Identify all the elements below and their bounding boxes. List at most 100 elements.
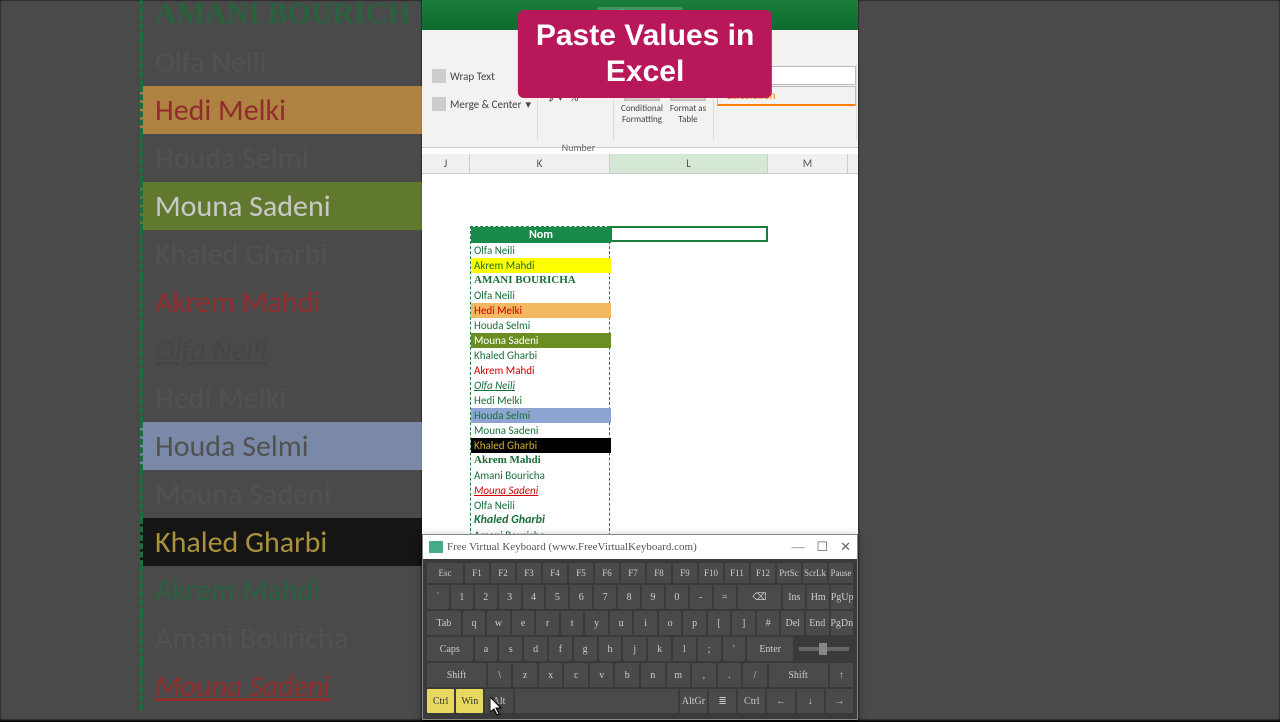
key-esc[interactable]: Esc — [427, 563, 463, 583]
key-u[interactable]: u — [610, 611, 633, 635]
key-f1[interactable]: F1 — [465, 563, 489, 583]
key-pgup[interactable]: PgUp — [831, 585, 853, 609]
col-m[interactable]: M — [768, 154, 848, 173]
key-6[interactable]: 6 — [570, 585, 592, 609]
key-[interactable]: ; — [698, 637, 721, 661]
key-f6[interactable]: F6 — [595, 563, 619, 583]
key-7[interactable]: 7 — [594, 585, 616, 609]
key-d[interactable]: d — [524, 637, 547, 661]
key-j[interactable]: j — [623, 637, 646, 661]
col-j[interactable]: J — [422, 154, 470, 173]
table-row[interactable]: Akrem Mahdi — [471, 363, 611, 378]
key-x[interactable]: x — [539, 663, 563, 687]
key-a[interactable]: a — [475, 637, 498, 661]
key-f11[interactable]: F11 — [725, 563, 749, 583]
key-[interactable]: → — [826, 689, 853, 713]
key-[interactable]: ↑ — [830, 663, 854, 687]
key-pause[interactable]: Pause — [829, 563, 853, 583]
key-4[interactable]: 4 — [523, 585, 545, 609]
key-[interactable]: ` — [427, 585, 449, 609]
key-[interactable]: ] — [732, 611, 755, 635]
key-caps[interactable]: Caps — [427, 637, 473, 661]
table-row[interactable]: Olfa Neili — [471, 243, 611, 258]
key-tab[interactable]: Tab — [427, 611, 461, 635]
table-row[interactable]: Khaled Gharbi — [471, 513, 611, 528]
key-prtsc[interactable]: PrtSc — [777, 563, 801, 583]
table-row[interactable]: Houda Selmi — [471, 408, 611, 423]
table-row[interactable]: Akrem Mahdi — [471, 453, 611, 468]
key-[interactable]: , — [692, 663, 716, 687]
key-e[interactable]: e — [512, 611, 535, 635]
key-1[interactable]: 1 — [451, 585, 473, 609]
col-k[interactable]: K — [470, 154, 610, 173]
key-8[interactable]: 8 — [618, 585, 640, 609]
table-row[interactable]: Khaled Gharbi — [471, 438, 611, 453]
key-f7[interactable]: F7 — [621, 563, 645, 583]
key-b[interactable]: b — [615, 663, 639, 687]
key-end[interactable]: End — [806, 611, 829, 635]
key-v[interactable]: v — [590, 663, 614, 687]
key-[interactable]: ↓ — [797, 689, 824, 713]
key-l[interactable]: l — [673, 637, 696, 661]
key-t[interactable]: t — [561, 611, 584, 635]
key-n[interactable]: n — [641, 663, 665, 687]
key-o[interactable]: o — [659, 611, 682, 635]
table-row[interactable]: Khaled Gharbi — [471, 348, 611, 363]
key-f5[interactable]: F5 — [569, 563, 593, 583]
key-del[interactable]: Del — [781, 611, 804, 635]
table-row[interactable]: Mouna Sadeni — [471, 423, 611, 438]
table-header[interactable]: Nom — [471, 227, 611, 243]
key-f8[interactable]: F8 — [647, 563, 671, 583]
key-[interactable]: / — [743, 663, 767, 687]
table-row[interactable]: Olfa Neili — [471, 378, 611, 393]
key-[interactable]: [ — [708, 611, 731, 635]
table-row[interactable]: Hedi Melki — [471, 303, 611, 318]
key-ins[interactable]: Ins — [783, 585, 805, 609]
table-row[interactable]: Amani Bouricha — [471, 468, 611, 483]
key-[interactable]: = — [714, 585, 736, 609]
key-[interactable]: \ — [488, 663, 512, 687]
key-shift[interactable]: Shift — [769, 663, 828, 687]
key-[interactable]: - — [690, 585, 712, 609]
key-9[interactable]: 9 — [642, 585, 664, 609]
key-g[interactable]: g — [574, 637, 597, 661]
active-cell[interactable] — [610, 226, 768, 242]
table-row[interactable]: Olfa Neili — [471, 498, 611, 513]
key-q[interactable]: q — [463, 611, 486, 635]
key-ctrl[interactable]: Ctrl — [738, 689, 765, 713]
col-l[interactable]: L — [610, 154, 768, 173]
key-[interactable]: ⌫ — [738, 585, 782, 609]
key-[interactable]: ' — [723, 637, 746, 661]
key-space[interactable] — [515, 689, 678, 713]
table-row[interactable]: Mouna Sadeni — [471, 483, 611, 498]
key-f[interactable]: f — [549, 637, 572, 661]
key-f2[interactable]: F2 — [491, 563, 515, 583]
key-5[interactable]: 5 — [546, 585, 568, 609]
key-[interactable]: ≣ — [709, 689, 736, 713]
key-s[interactable]: s — [499, 637, 522, 661]
key-pgdn[interactable]: PgDn — [831, 611, 854, 635]
key-y[interactable]: y — [585, 611, 608, 635]
maximize-button[interactable]: ☐ — [816, 539, 828, 555]
key-enter[interactable]: Enter — [747, 637, 793, 661]
key-2[interactable]: 2 — [475, 585, 497, 609]
table-row[interactable]: Akrem Mahdi — [471, 258, 611, 273]
key-f9[interactable]: F9 — [673, 563, 697, 583]
key-altgr[interactable]: AltGr — [680, 689, 707, 713]
key-0[interactable]: 0 — [666, 585, 688, 609]
keyboard-titlebar[interactable]: Free Virtual Keyboard (www.FreeVirtualKe… — [423, 535, 857, 559]
key-f3[interactable]: F3 — [517, 563, 541, 583]
table-row[interactable]: Houda Selmi — [471, 318, 611, 333]
key-scrlk[interactable]: ScrLk — [803, 563, 827, 583]
key-f4[interactable]: F4 — [543, 563, 567, 583]
key-k[interactable]: k — [648, 637, 671, 661]
key-z[interactable]: z — [513, 663, 537, 687]
table-row[interactable]: Mouna Sadeni — [471, 333, 611, 348]
keyboard-opacity-slider[interactable] — [799, 647, 849, 651]
key-shift[interactable]: Shift — [427, 663, 486, 687]
key-p[interactable]: p — [683, 611, 706, 635]
key-3[interactable]: 3 — [499, 585, 521, 609]
key-w[interactable]: w — [487, 611, 510, 635]
key-f10[interactable]: F10 — [699, 563, 723, 583]
key-win[interactable]: Win — [456, 689, 483, 713]
